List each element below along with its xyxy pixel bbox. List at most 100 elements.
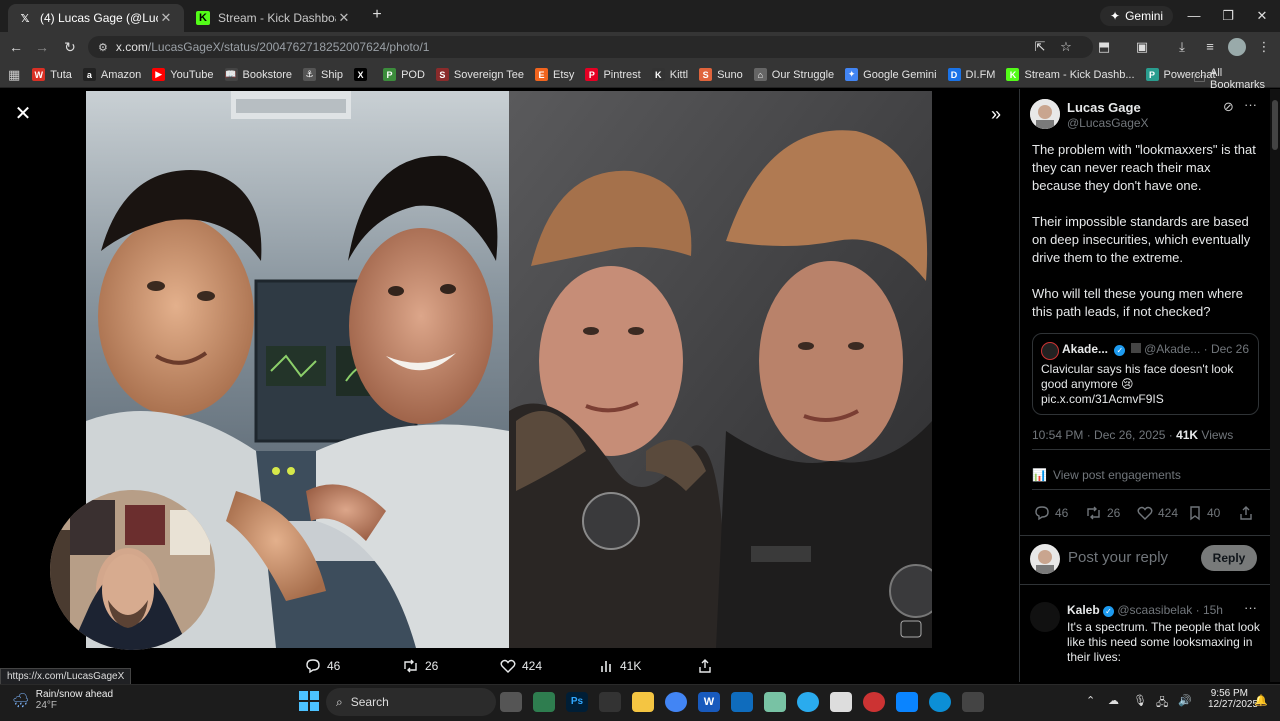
windows-start-icon[interactable] bbox=[298, 690, 320, 712]
bookmark-button[interactable]: 40 bbox=[1188, 505, 1220, 521]
photo-repost-button[interactable]: 26 bbox=[402, 658, 438, 674]
bookmark-item[interactable]: ⌂ Our Struggle bbox=[753, 68, 834, 81]
bookmark-item[interactable]: ⚓ Ship bbox=[303, 68, 343, 81]
tab-kick-dashboard[interactable]: K Stream - Kick Dashboard ✕ bbox=[186, 4, 362, 32]
bookmark-item[interactable]: 📖 Bookstore bbox=[224, 68, 292, 81]
bookmark-item[interactable]: E Etsy bbox=[535, 68, 574, 81]
scrollbar-thumb[interactable] bbox=[1272, 100, 1278, 150]
reply-author-name[interactable]: Kaleb bbox=[1067, 603, 1100, 617]
view-engagements-link[interactable]: 📊 View post engagements bbox=[1032, 468, 1181, 482]
apps-grid-icon[interactable]: ▦ bbox=[8, 67, 20, 83]
telegram-icon[interactable] bbox=[797, 692, 819, 712]
share-button[interactable] bbox=[1238, 505, 1254, 524]
paint-icon[interactable] bbox=[830, 692, 852, 712]
photo-views-button[interactable]: 41K bbox=[600, 658, 641, 674]
file-explorer-icon[interactable] bbox=[632, 692, 654, 712]
reload-icon[interactable]: ↻ bbox=[60, 38, 80, 56]
edge-icon[interactable] bbox=[929, 692, 951, 712]
author-avatar[interactable] bbox=[1030, 99, 1060, 129]
notifications-icon[interactable]: 🔔 bbox=[1254, 694, 1268, 707]
task-view-icon[interactable] bbox=[500, 692, 522, 712]
author-handle[interactable]: @LucasGageX bbox=[1067, 116, 1149, 130]
media-app-icon[interactable] bbox=[863, 692, 885, 712]
reply-submit-button[interactable]: Reply bbox=[1201, 545, 1257, 571]
bookmark-item[interactable]: W Tuta bbox=[32, 68, 72, 81]
bookmark-item[interactable]: ▶ YouTube bbox=[152, 68, 214, 81]
browser-menu-icon[interactable]: ⋮ bbox=[1254, 38, 1274, 56]
clock[interactable]: 9:56 PM 12/27/2025 bbox=[1208, 688, 1258, 710]
bookmark-item[interactable]: D DI.FM bbox=[947, 68, 995, 81]
bookmark-label: Tuta bbox=[50, 68, 72, 81]
network-icon[interactable]: 🖧 bbox=[1156, 694, 1168, 713]
onedrive-icon[interactable]: ☁ bbox=[1108, 694, 1119, 707]
extensions-icon[interactable]: ⬒ bbox=[1094, 38, 1114, 56]
bookmark-item[interactable]: X bbox=[354, 68, 372, 81]
outlook-icon[interactable] bbox=[731, 692, 753, 712]
reading-mode-icon[interactable]: ▣ bbox=[1132, 38, 1152, 56]
taskbar-search[interactable]: ⌕ Search bbox=[326, 688, 496, 716]
expand-panel-icon[interactable]: » bbox=[985, 103, 1007, 125]
grok-explain-icon[interactable]: ⊘ bbox=[1223, 99, 1239, 115]
bookmark-item[interactable]: K Kittl bbox=[651, 68, 688, 81]
chrome-icon[interactable] bbox=[665, 692, 687, 712]
gemini-sparkle-icon: ✦ bbox=[1110, 9, 1121, 23]
notepad-icon[interactable] bbox=[764, 692, 786, 712]
minimize-icon[interactable]: — bbox=[1176, 6, 1212, 26]
install-app-icon[interactable]: ⇱ bbox=[1030, 38, 1050, 56]
panel-scrollbar[interactable] bbox=[1270, 89, 1280, 682]
quoted-media-link[interactable]: pic.x.com/31AcmvF9IS bbox=[1041, 392, 1164, 406]
back-icon[interactable]: ← bbox=[6, 38, 26, 56]
gemini-button[interactable]: ✦ Gemini bbox=[1100, 6, 1174, 26]
obs-icon[interactable] bbox=[599, 692, 621, 712]
bookmark-item[interactable]: P Pintrest bbox=[585, 68, 641, 81]
tab-close-icon[interactable]: ✕ bbox=[158, 10, 174, 26]
app-icon[interactable] bbox=[962, 692, 984, 712]
bookmark-star-icon[interactable]: ☆ bbox=[1056, 38, 1076, 56]
bookmark-favicon-icon: P bbox=[585, 68, 599, 81]
photo-like-button[interactable]: 424 bbox=[500, 658, 542, 674]
word-icon[interactable]: W bbox=[698, 692, 720, 712]
author-name[interactable]: Lucas Gage bbox=[1067, 100, 1141, 115]
bookmark-item[interactable]: ✦ Google Gemini bbox=[845, 68, 937, 81]
photo-reply-button[interactable]: 46 bbox=[305, 658, 340, 674]
media-control-icon[interactable]: ≡ bbox=[1200, 38, 1220, 56]
all-bookmarks-button[interactable]: 🗀 All Bookmarks bbox=[1194, 67, 1280, 91]
store-icon[interactable] bbox=[896, 692, 918, 712]
address-bar[interactable]: ⚙ x.com/LucasGageX/status/20047627182520… bbox=[88, 36, 1093, 58]
reply-author-avatar[interactable] bbox=[1030, 602, 1060, 632]
close-window-icon[interactable]: ✕ bbox=[1244, 6, 1280, 26]
tray-chevron-icon[interactable]: ⌃ bbox=[1086, 694, 1095, 707]
forward-icon[interactable]: → bbox=[32, 38, 52, 56]
more-options-icon[interactable]: ··· bbox=[1244, 97, 1260, 113]
tab-x-post[interactable]: 𝕏 (4) Lucas Gage (@LucasGageX) ✕ bbox=[8, 4, 184, 32]
bookmark-item[interactable]: S Suno bbox=[699, 68, 743, 81]
quoted-text: Clavicular says his face doesn't look go… bbox=[1041, 362, 1234, 391]
tab-close-icon[interactable]: ✕ bbox=[336, 10, 352, 26]
profile-avatar[interactable] bbox=[1228, 38, 1246, 56]
calculator-icon[interactable] bbox=[533, 692, 555, 712]
reply-author-handle[interactable]: @scaasibelak bbox=[1117, 603, 1192, 617]
photoshop-icon[interactable]: Ps bbox=[566, 692, 588, 712]
quoted-post[interactable]: Akade... ✓ @Akade... · Dec 26 Clavicular… bbox=[1032, 333, 1259, 415]
new-tab-icon[interactable]: + bbox=[368, 6, 386, 24]
reply-button[interactable]: 46 bbox=[1034, 505, 1068, 521]
maximize-icon[interactable]: ❐ bbox=[1210, 6, 1246, 26]
bookmark-item[interactable]: P POD bbox=[383, 68, 425, 81]
photo-reply-count: 46 bbox=[327, 659, 341, 673]
bookmark-item[interactable]: a Amazon bbox=[82, 68, 141, 81]
bookmark-item[interactable]: S Sovereign Tee bbox=[435, 68, 524, 81]
volume-icon[interactable]: 🔊 bbox=[1178, 694, 1192, 707]
weather-widget[interactable]: 🌧 Rain/snow ahead 24°F bbox=[12, 689, 113, 711]
site-info-icon[interactable]: ⚙ bbox=[98, 41, 108, 54]
reply-more-icon[interactable]: ··· bbox=[1244, 600, 1257, 615]
reply-input[interactable]: Post your reply bbox=[1068, 549, 1168, 566]
microphone-icon[interactable]: 🎙 bbox=[1133, 694, 1147, 707]
repost-button[interactable]: 26 bbox=[1085, 505, 1120, 521]
download-icon[interactable]: ⤓ bbox=[1172, 38, 1192, 56]
close-photo-icon[interactable]: ✕ bbox=[12, 103, 34, 125]
like-button[interactable]: 424 bbox=[1137, 505, 1178, 521]
heart-icon bbox=[500, 659, 516, 673]
bookmark-item[interactable]: K Stream - Kick Dashb... bbox=[1006, 68, 1135, 81]
quoted-name: Akade... bbox=[1062, 342, 1109, 356]
photo-share-button[interactable] bbox=[697, 658, 719, 674]
